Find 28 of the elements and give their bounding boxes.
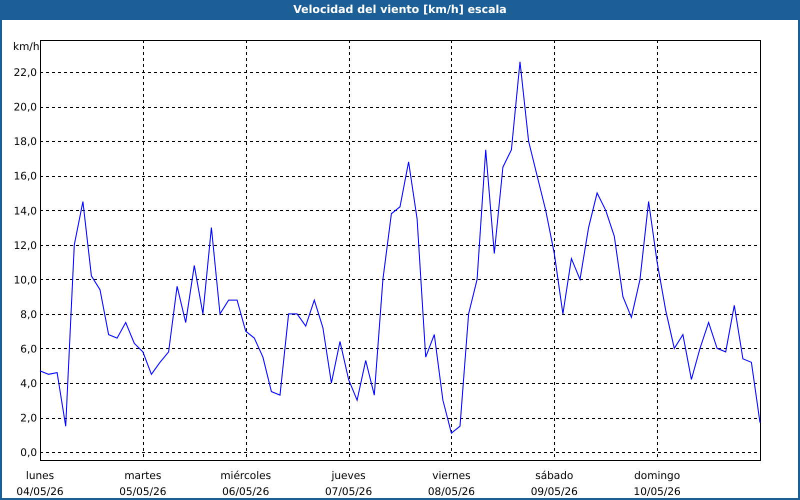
y-tick-label: 0,0	[20, 447, 37, 460]
day-label: jueves	[331, 470, 366, 482]
day-label: martes	[124, 470, 162, 482]
y-tick-label: 20,0	[14, 102, 37, 114]
y-tick-label: 10,0	[14, 274, 37, 286]
day-label: viernes	[432, 470, 471, 482]
y-tick-label: 14,0	[14, 205, 37, 218]
date-label: 09/05/26	[530, 486, 578, 498]
date-label: 07/05/26	[324, 486, 372, 498]
date-label: 06/05/26	[222, 486, 270, 498]
date-label: 10/05/26	[634, 486, 681, 498]
date-label: 04/05/26	[16, 486, 64, 498]
y-tick-label: 8,0	[20, 308, 37, 321]
unit-label: km/h	[13, 41, 40, 53]
y-tick-label: 4,0	[20, 378, 37, 390]
y-tick-label: 12,0	[14, 240, 37, 252]
window-title: Velocidad del viento [km/h] escala	[0, 0, 800, 20]
date-label: 05/05/26	[119, 486, 166, 498]
day-label: domingo	[634, 470, 680, 482]
date-label: 08/05/26	[428, 486, 476, 498]
day-label: miércoles	[220, 470, 272, 482]
y-tick-label: 22,0	[14, 67, 37, 80]
day-label: sábado	[535, 470, 574, 482]
y-tick-label: 16,0	[14, 170, 37, 183]
y-tick-label: 6,0	[20, 343, 37, 356]
day-label: lunes	[26, 470, 54, 482]
y-tick-label: 2,0	[20, 412, 37, 425]
y-tick-label: 18,0	[14, 136, 37, 148]
